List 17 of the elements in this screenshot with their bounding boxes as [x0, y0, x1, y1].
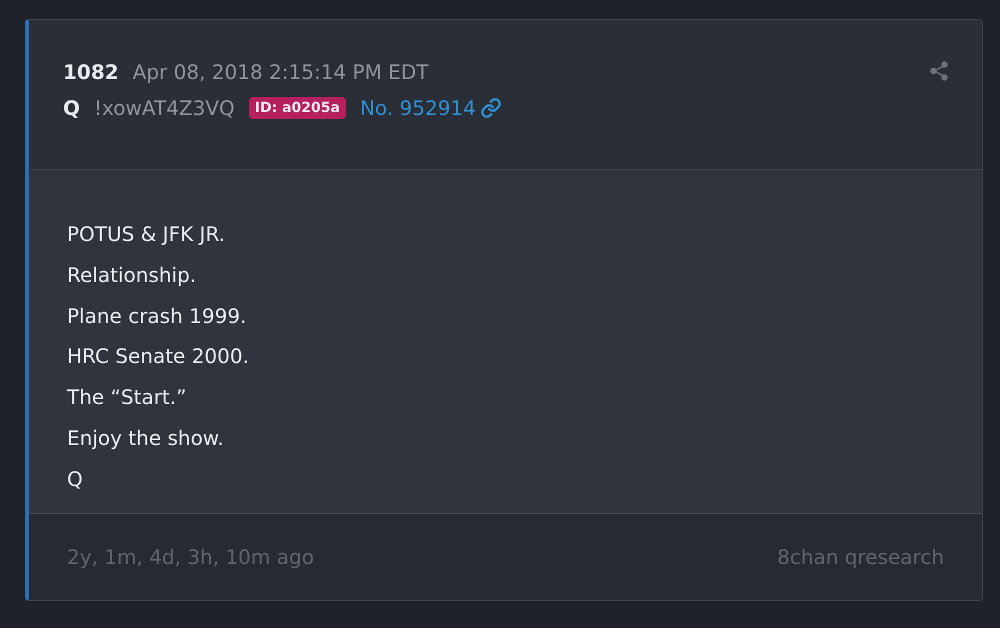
share-icon[interactable] [928, 60, 950, 82]
post-text-line: Plane crash 1999. [67, 302, 248, 330]
post-text-line: HRC Senate 2000. [67, 343, 250, 370]
post-text-line: Enjoy the show. [67, 424, 225, 452]
author-name: Q [63, 96, 80, 120]
post-link[interactable]: No. 952914 [360, 96, 502, 120]
post-age: 2y, 1m, 4d, 3h, 10m ago [67, 545, 314, 569]
tripcode: !xowAT4Z3VQ [94, 96, 235, 120]
post-text-line: POTUS & JFK JR. [67, 221, 226, 248]
post-date: Apr 08, 2018 2:15:14 PM EDT [132, 60, 428, 84]
id-badge: ID: a0205a [248, 97, 346, 119]
post-source: 8chan qresearch [777, 545, 944, 569]
link-icon [480, 97, 502, 119]
post-number: 1082 [63, 60, 119, 84]
post-text-line: Q [67, 466, 84, 493]
post-text-line: Relationship. [67, 262, 198, 289]
post-text-line: The “Start.” [67, 384, 188, 412]
